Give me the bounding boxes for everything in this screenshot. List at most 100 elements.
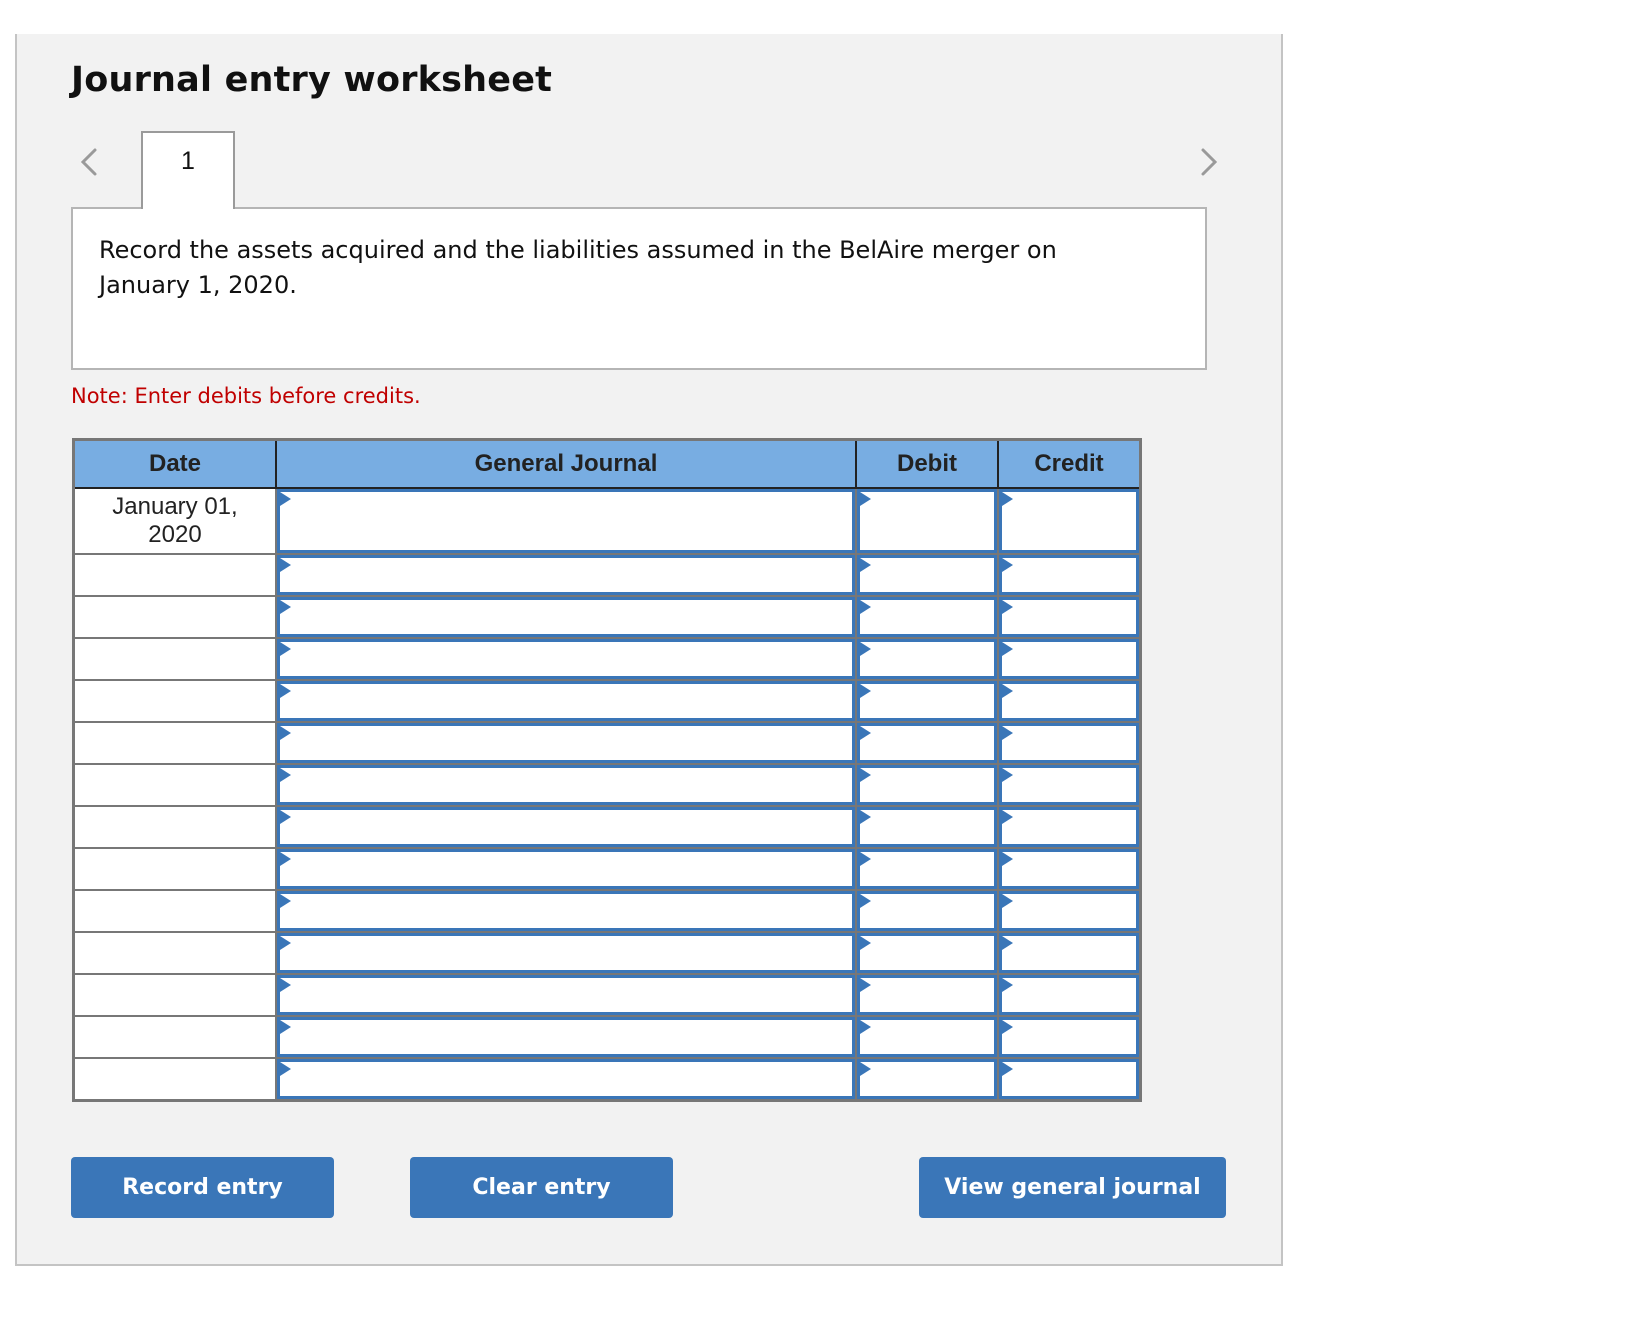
debit-input[interactable] bbox=[860, 1020, 994, 1054]
table-row bbox=[72, 1015, 1142, 1059]
credit-input[interactable] bbox=[1002, 492, 1136, 550]
credit-input[interactable] bbox=[1002, 600, 1136, 634]
credit-field[interactable] bbox=[999, 891, 1139, 931]
credit-field[interactable] bbox=[999, 681, 1139, 721]
debit-field[interactable] bbox=[857, 597, 997, 637]
account-field[interactable] bbox=[277, 1059, 855, 1099]
credit-field[interactable] bbox=[999, 975, 1139, 1015]
debit-field[interactable] bbox=[857, 489, 997, 553]
debit-field[interactable] bbox=[857, 975, 997, 1015]
account-cell bbox=[275, 487, 857, 555]
debit-field[interactable] bbox=[857, 849, 997, 889]
debit-field[interactable] bbox=[857, 891, 997, 931]
credit-input[interactable] bbox=[1002, 852, 1136, 886]
credit-field[interactable] bbox=[999, 1017, 1139, 1057]
account-field[interactable] bbox=[277, 723, 855, 763]
debit-input[interactable] bbox=[860, 726, 994, 760]
debit-input[interactable] bbox=[860, 978, 994, 1012]
credit-input[interactable] bbox=[1002, 726, 1136, 760]
previous-entry-button[interactable] bbox=[75, 142, 105, 182]
account-field[interactable] bbox=[277, 489, 855, 553]
credit-input[interactable] bbox=[1002, 642, 1136, 676]
debit-input[interactable] bbox=[860, 936, 994, 970]
account-field[interactable] bbox=[277, 555, 855, 595]
debit-field[interactable] bbox=[857, 723, 997, 763]
journal-worksheet-panel: Journal entry worksheet 1 Record the ass… bbox=[15, 34, 1283, 1266]
credit-input[interactable] bbox=[1002, 936, 1136, 970]
date-cell bbox=[72, 931, 277, 975]
debit-field[interactable] bbox=[857, 933, 997, 973]
tab-entry-1[interactable]: 1 bbox=[141, 131, 235, 209]
credit-input[interactable] bbox=[1002, 978, 1136, 1012]
account-field[interactable] bbox=[277, 891, 855, 931]
debit-input[interactable] bbox=[860, 558, 994, 592]
credit-input[interactable] bbox=[1002, 1062, 1136, 1096]
account-field[interactable] bbox=[277, 681, 855, 721]
credit-input[interactable] bbox=[1002, 894, 1136, 928]
credit-input[interactable] bbox=[1002, 684, 1136, 718]
credit-field[interactable] bbox=[999, 849, 1139, 889]
account-input[interactable] bbox=[280, 894, 852, 928]
account-input[interactable] bbox=[280, 810, 852, 844]
account-field[interactable] bbox=[277, 1017, 855, 1057]
credit-cell bbox=[997, 487, 1142, 555]
debit-input[interactable] bbox=[860, 1062, 994, 1096]
debit-field[interactable] bbox=[857, 1059, 997, 1099]
clear-entry-button[interactable]: Clear entry bbox=[410, 1157, 673, 1218]
debit-field[interactable] bbox=[857, 555, 997, 595]
debit-input[interactable] bbox=[860, 852, 994, 886]
credit-field[interactable] bbox=[999, 765, 1139, 805]
debit-input[interactable] bbox=[860, 810, 994, 844]
credit-field[interactable] bbox=[999, 489, 1139, 553]
chevron-right-icon bbox=[1201, 148, 1218, 176]
credit-field[interactable] bbox=[999, 639, 1139, 679]
credit-field[interactable] bbox=[999, 723, 1139, 763]
account-field[interactable] bbox=[277, 975, 855, 1015]
account-input[interactable] bbox=[280, 1062, 852, 1096]
debit-input[interactable] bbox=[860, 768, 994, 802]
view-general-journal-button[interactable]: View general journal bbox=[919, 1157, 1226, 1218]
account-field[interactable] bbox=[277, 639, 855, 679]
date-cell bbox=[72, 805, 277, 849]
account-input[interactable] bbox=[280, 558, 852, 592]
debit-input[interactable] bbox=[860, 600, 994, 634]
debit-input[interactable] bbox=[860, 492, 994, 550]
account-input[interactable] bbox=[280, 852, 852, 886]
credit-field[interactable] bbox=[999, 555, 1139, 595]
account-input[interactable] bbox=[280, 684, 852, 718]
credit-field[interactable] bbox=[999, 1059, 1139, 1099]
account-field[interactable] bbox=[277, 765, 855, 805]
dropdown-marker-icon bbox=[860, 600, 871, 614]
debit-input[interactable] bbox=[860, 894, 994, 928]
account-input[interactable] bbox=[280, 642, 852, 676]
credit-input[interactable] bbox=[1002, 1020, 1136, 1054]
next-entry-button[interactable] bbox=[1193, 142, 1223, 182]
debit-field[interactable] bbox=[857, 807, 997, 847]
account-input[interactable] bbox=[280, 936, 852, 970]
credit-input[interactable] bbox=[1002, 810, 1136, 844]
account-input[interactable] bbox=[280, 768, 852, 802]
dropdown-marker-icon bbox=[860, 492, 871, 506]
record-entry-button[interactable]: Record entry bbox=[71, 1157, 334, 1218]
debit-field[interactable] bbox=[857, 681, 997, 721]
account-field[interactable] bbox=[277, 807, 855, 847]
account-input[interactable] bbox=[280, 600, 852, 634]
debit-field[interactable] bbox=[857, 639, 997, 679]
debit-input[interactable] bbox=[860, 684, 994, 718]
debit-input[interactable] bbox=[860, 642, 994, 676]
credit-field[interactable] bbox=[999, 933, 1139, 973]
credit-cell bbox=[997, 1015, 1142, 1059]
account-field[interactable] bbox=[277, 849, 855, 889]
account-input[interactable] bbox=[280, 978, 852, 1012]
credit-field[interactable] bbox=[999, 597, 1139, 637]
account-field[interactable] bbox=[277, 597, 855, 637]
account-input[interactable] bbox=[280, 492, 852, 550]
credit-input[interactable] bbox=[1002, 558, 1136, 592]
account-input[interactable] bbox=[280, 1020, 852, 1054]
credit-input[interactable] bbox=[1002, 768, 1136, 802]
debit-field[interactable] bbox=[857, 1017, 997, 1057]
debit-field[interactable] bbox=[857, 765, 997, 805]
credit-field[interactable] bbox=[999, 807, 1139, 847]
account-input[interactable] bbox=[280, 726, 852, 760]
account-field[interactable] bbox=[277, 933, 855, 973]
